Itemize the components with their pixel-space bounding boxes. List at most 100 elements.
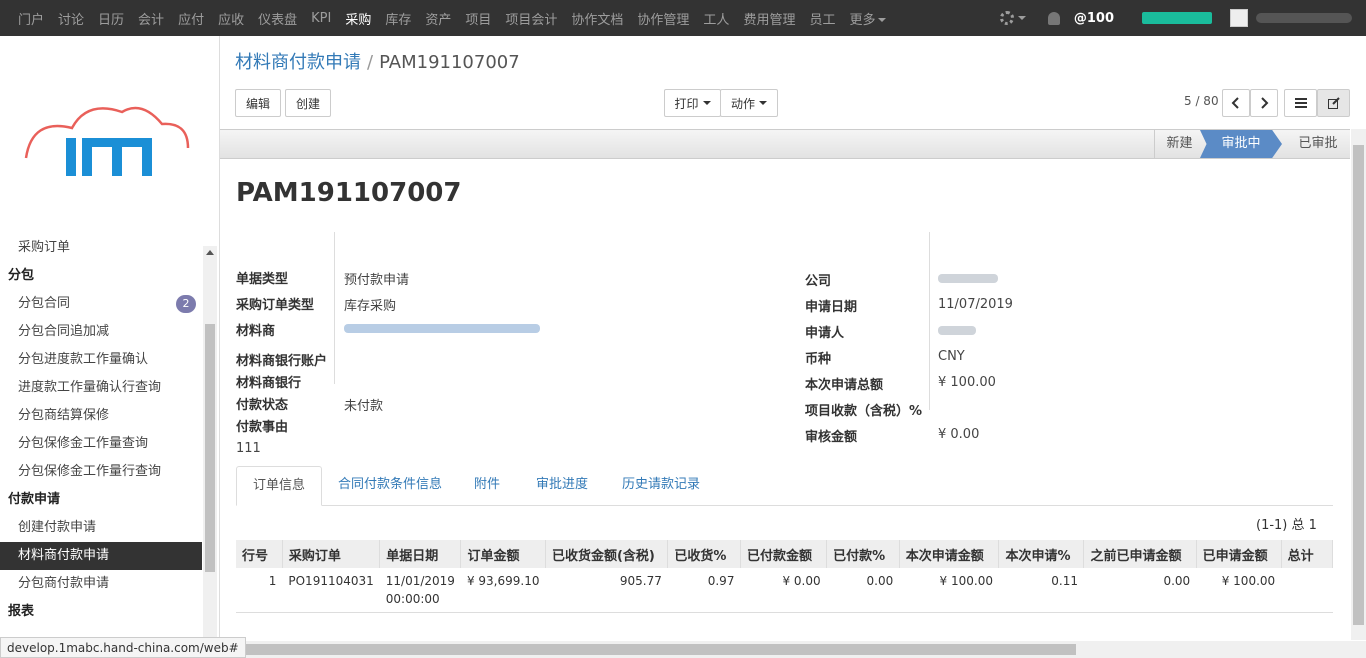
column-header[interactable]: 采购订单 [282,540,381,568]
sidebar: 采购订单 分包 分包合同 2 分包合同追加减 分包进度款工作量确认 进度款工作量确认行查询分… [0,36,220,658]
column-header[interactable]: 订单金额 [460,540,546,568]
breadcrumb-parent-link[interactable]: 材料商付款申请 [235,52,361,73]
sidebar-item-label: 付款申请 [8,492,61,507]
column-header[interactable]: 已收货% [667,540,741,568]
horizontal-scroll-thumb[interactable] [238,644,1076,655]
main-scrollbar[interactable] [1351,129,1366,640]
nav-item-13[interactable]: 协作文档 [571,9,623,28]
breadcrumb-separator: / [367,52,374,73]
user-name-redacted[interactable] [1256,13,1352,23]
column-header[interactable]: 行号 [236,540,283,568]
prev-record-button[interactable] [1222,89,1250,117]
tab-0[interactable]: 订单信息 [236,466,323,506]
nav-item-1[interactable]: 讨论 [58,9,84,28]
tab-2[interactable]: 附件 [458,466,516,506]
chevron-left-icon [1231,97,1239,109]
chevron-down-icon [759,101,767,105]
field-label: 单据类型 [236,272,289,287]
sidebar-item[interactable]: 创建付款申请 [0,514,202,542]
sidebar-item[interactable]: 分包商付款申请 [0,570,202,598]
redacted-text[interactable] [344,324,540,333]
sidebar-item[interactable]: 材料商付款申请 [0,542,202,570]
nav-item-5[interactable]: 应收 [218,9,244,28]
nav-item-18[interactable]: 更多 [849,9,887,28]
column-header[interactable]: 总计 [1281,540,1333,568]
sidebar-item-label: 创建付款申请 [18,520,97,535]
sidebar-item[interactable]: 进度款工作量确认行查询 [0,374,202,402]
nav-item-9[interactable]: 库存 [385,9,411,28]
nav-item-0[interactable]: 门户 [18,9,44,28]
field-label: 材料商 [236,324,276,339]
nav-item-11[interactable]: 项目 [465,9,491,28]
bell-icon[interactable] [1047,11,1060,25]
stage-new[interactable]: 新建 [1154,130,1204,158]
sidebar-scrollbar[interactable] [203,246,217,658]
sidebar-section-header: 分包 [0,262,202,290]
avatar[interactable] [1230,9,1248,27]
print-dropdown[interactable]: 打印 [664,89,721,117]
sidebar-item[interactable]: 分包保修金工作量行查询 [0,458,202,486]
column-header[interactable]: 单据日期 [379,540,462,568]
tab-4[interactable]: 历史请款记录 [606,466,716,506]
sidebar-item[interactable]: 采购订单 [0,234,202,262]
notebook-tabs: 订单信息 合同付款条件信息 附件 审批进度 历史请款记录 [236,466,1333,506]
cell-applied-amount: ¥ 100.00 [1196,568,1282,613]
tab-1[interactable]: 合同付款条件信息 [322,466,458,506]
stage-approved[interactable]: 已审批 [1288,130,1348,158]
gear-icon[interactable] [999,11,1014,25]
count-badge: 2 [176,295,196,313]
list-view-button[interactable] [1284,89,1317,117]
column-header[interactable]: 已收货金额(含税) [545,540,669,568]
stage-in-approval[interactable]: 审批中 [1200,130,1282,158]
sidebar-item[interactable]: 分包商结算保修 [0,402,202,430]
cell-po: PO191104031 [282,568,380,613]
column-header[interactable]: 本次申请% [998,540,1085,568]
column-header[interactable]: 已付款金额 [740,540,828,568]
company-logo [24,106,190,176]
nav-item-12[interactable]: 项目会计 [505,9,557,28]
nav-item-6[interactable]: 仪表盘 [258,9,297,28]
nav-item-14[interactable]: 协作管理 [637,9,689,28]
action-dropdown[interactable]: 动作 [720,89,778,117]
create-button[interactable]: 创建 [285,89,331,117]
nav-item-7[interactable]: KPI [311,11,331,26]
sidebar-item[interactable]: 分包保修金工作量查询 [0,430,202,458]
column-header[interactable]: 已付款% [826,540,900,568]
table-row[interactable]: 1 PO191104031 11/01/2019 00:00:00 ¥ 93,69… [236,568,1333,613]
right-divider [929,232,930,410]
mentions-count[interactable]: @100 [1074,11,1114,26]
edit-button[interactable]: 编辑 [235,89,281,117]
horizontal-scrollbar[interactable] [236,641,1366,658]
tab-3[interactable]: 审批进度 [520,466,604,506]
nav-item-4[interactable]: 应付 [178,9,204,28]
main-scroll-thumb[interactable] [1353,145,1364,625]
chevron-down-icon [878,18,887,22]
field-label: 项目收款（含税）% [805,404,923,419]
column-header[interactable]: 本次申请金额 [899,540,1000,568]
nav-item-10[interactable]: 资产 [425,9,451,28]
cell-order-amount: ¥ 93,699.10 [460,568,546,613]
column-header[interactable]: 之前已申请金额 [1083,540,1197,568]
chevron-down-icon[interactable] [1017,16,1026,20]
scroll-up-icon[interactable] [206,250,214,255]
nav-item-2[interactable]: 日历 [98,9,124,28]
column-header[interactable]: 已申请金额 [1196,540,1282,568]
sidebar-item-label: 分包合同 [18,296,71,311]
sidebar-item-label: 分包商付款申请 [18,576,110,591]
form-view-button[interactable] [1317,89,1350,117]
nav-item-16[interactable]: 费用管理 [743,9,795,28]
nav-item-8[interactable]: 采购 [345,9,371,28]
breadcrumb-current: PAM191107007 [379,52,520,73]
cell-received-amount: 905.77 [545,568,668,613]
sidebar-item[interactable]: 分包合同追加减 [0,318,202,346]
chevron-right-icon [1261,97,1269,109]
status-url: develop.1mabc.hand-china.com/web# [0,637,246,658]
nav-item-15[interactable]: 工人 [703,9,729,28]
sidebar-item[interactable]: 分包合同 2 [0,290,202,318]
nav-item-3[interactable]: 会计 [138,9,164,28]
next-record-button[interactable] [1250,89,1278,117]
sidebar-scroll-thumb[interactable] [205,324,215,572]
sidebar-item-label: 分包保修金工作量行查询 [18,464,162,479]
nav-item-17[interactable]: 员工 [809,9,835,28]
sidebar-item[interactable]: 分包进度款工作量确认 [0,346,202,374]
